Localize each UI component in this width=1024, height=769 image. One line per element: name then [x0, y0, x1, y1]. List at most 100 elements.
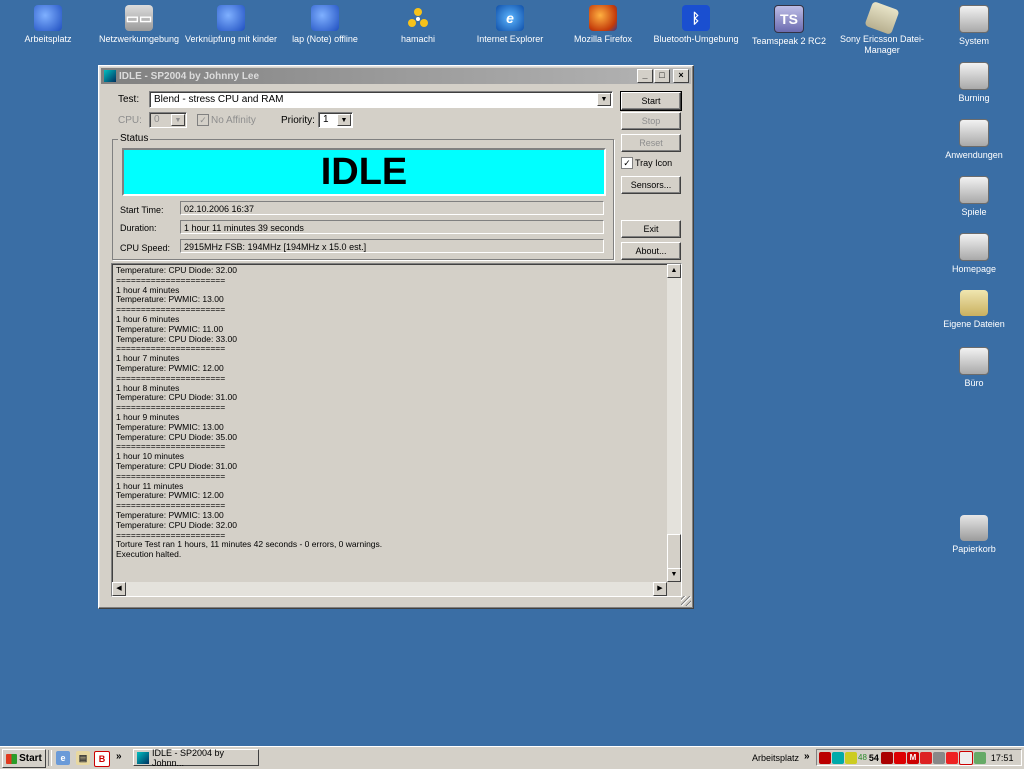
chevron-down-icon[interactable]: ▼ [337, 114, 351, 126]
tray-app-icon[interactable] [819, 751, 831, 764]
exit-button[interactable]: Exit [621, 220, 681, 238]
desktop-icon-papierkorb[interactable]: Papierkorb [926, 515, 1022, 555]
no-affinity-checkbox[interactable]: ✓ [197, 114, 209, 126]
taskbar-item-sp2004[interactable]: IDLE - SP2004 by Johnn... [133, 748, 259, 768]
desktop-icon-sony-ericsson[interactable]: Sony Ericsson Datei-Manager [834, 0, 930, 56]
desktop-icon-label: lap (Note) offline [292, 34, 358, 44]
status-groupbox: Status IDLE Start Time: 02.10.2006 16:37… [112, 133, 614, 260]
desktop-icon-homepage[interactable]: Homepage [926, 233, 1022, 275]
scroll-up-icon[interactable]: ▲ [667, 264, 681, 278]
desktop-icon-bluetooth[interactable]: ᛒ Bluetooth-Umgebung [648, 5, 744, 45]
duration-value: 1 hour 11 minutes 39 seconds [180, 220, 604, 234]
chevron-down-icon[interactable]: ▼ [171, 114, 185, 126]
test-label: Test: [118, 94, 140, 105]
tray-app3-icon[interactable] [945, 751, 958, 764]
stop-button[interactable]: Stop [621, 112, 681, 130]
drive-icon [959, 233, 989, 261]
internet-explorer-icon: e [496, 5, 524, 31]
tray-sp2004-icon[interactable] [832, 751, 844, 764]
desktop-icon-label: Netzwerkumgebung [98, 34, 180, 44]
cpu-label: CPU: [118, 115, 142, 126]
priority-select[interactable]: 1 ▼ [318, 112, 353, 128]
horizontal-scrollbar[interactable]: ◀ ▶ [112, 582, 667, 596]
desktop-icon-burning[interactable]: Burning [926, 62, 1022, 104]
scroll-left-icon[interactable]: ◀ [112, 582, 126, 596]
desktop-icon-anwendungen[interactable]: Anwendungen [926, 119, 1022, 161]
cpu-select[interactable]: 0 ▼ [149, 112, 187, 128]
desktop-icon-lap-offline[interactable]: lap (Note) offline [277, 5, 373, 45]
tray-monitor-icon[interactable] [880, 751, 893, 764]
tray-address-overflow[interactable]: » [804, 751, 810, 762]
tray-network-icon[interactable] [932, 751, 945, 764]
scroll-right-icon[interactable]: ▶ [653, 582, 667, 596]
tray-volume-icon[interactable] [973, 751, 986, 764]
log-textarea[interactable]: Temperature: CPU Diode: 32.00 ===========… [111, 263, 682, 597]
log-line: Torture Test ran 1 hours, 11 minutes 42 … [116, 539, 383, 550]
minimize-button[interactable]: _ [637, 69, 653, 83]
bluetooth-icon: ᛒ [682, 5, 710, 31]
priority-label: Priority: [281, 115, 315, 126]
log-line: ====================== [116, 343, 226, 354]
tray-icon-checkbox[interactable]: ✓ [621, 157, 633, 169]
desktop-icon-hamachi[interactable]: hamachi [370, 5, 466, 45]
close-button[interactable]: × [673, 69, 689, 83]
desktop-icon-verknuepfung-kinder[interactable]: Verknüpfung mit kinder [183, 5, 279, 45]
maximize-button[interactable]: □ [654, 69, 670, 83]
tray-alert-icon[interactable] [893, 751, 906, 764]
log-line: ====================== [116, 372, 226, 383]
reset-button[interactable]: Reset [621, 134, 681, 152]
log-line: ====================== [116, 441, 226, 452]
system-tray: 48 54 M 17:51 [816, 749, 1022, 766]
tray-m-icon[interactable]: M [906, 751, 919, 764]
chevron-down-icon[interactable]: ▼ [597, 93, 611, 106]
quicklaunch-ie-icon[interactable]: e [56, 751, 70, 765]
quicklaunch-b-icon[interactable]: B [94, 751, 110, 767]
desktop-icon-firefox[interactable]: Mozilla Firefox [555, 5, 651, 45]
drive-icon [959, 347, 989, 375]
tray-search-icon[interactable] [845, 751, 857, 764]
desktop-icon-internet-explorer[interactable]: e Internet Explorer [462, 5, 558, 45]
start-time-label: Start Time: [120, 205, 164, 215]
tray-app4-icon[interactable] [958, 750, 973, 765]
phone-icon [864, 0, 900, 36]
window-title: IDLE - SP2004 by Johnny Lee [119, 70, 260, 82]
quicklaunch-overflow[interactable]: » [116, 751, 122, 762]
drive-icon [959, 5, 989, 33]
desktop-icon-eigene-dateien[interactable]: Eigene Dateien [926, 290, 1022, 330]
window-titlebar[interactable]: IDLE - SP2004 by Johnny Lee _ □ × [101, 68, 691, 84]
desktop-icon-label: hamachi [400, 34, 436, 44]
desktop-icon-system[interactable]: System [926, 5, 1022, 47]
start-button[interactable]: Start [620, 91, 682, 111]
scroll-down-icon[interactable]: ▼ [667, 568, 681, 582]
tray-address-label: Arbeitsplatz [752, 753, 800, 763]
vertical-scrollbar[interactable]: ▲ ▼ [667, 264, 681, 582]
desktop-icon-label: Internet Explorer [476, 34, 544, 44]
sensors-button[interactable]: Sensors... [621, 176, 681, 194]
app-icon [104, 70, 116, 82]
scrollbar-thumb[interactable] [667, 534, 681, 570]
test-select[interactable]: Blend - stress CPU and RAM ▼ [149, 91, 613, 108]
desktop-icon-buero[interactable]: Büro [926, 347, 1022, 389]
desktop-icon-label: Teamspeak 2 RC2 [751, 36, 827, 46]
desktop-icon-label: Verknüpfung mit kinder [184, 34, 278, 44]
desktop-icon-spiele[interactable]: Spiele [926, 176, 1022, 218]
desktop-icon-label: Anwendungen [945, 150, 1003, 160]
desktop-icon-arbeitsplatz[interactable]: Arbeitsplatz [0, 5, 96, 45]
network-offline-icon [311, 5, 339, 31]
quicklaunch-desktop-icon[interactable]: ▤ [76, 751, 90, 765]
desktop-icon-netzwerkumgebung[interactable]: ▭▭ Netzwerkumgebung [91, 5, 187, 45]
teamspeak-icon: TS [774, 5, 804, 33]
resize-grip-icon[interactable] [681, 596, 691, 606]
desktop-icon-label: Arbeitsplatz [24, 34, 72, 44]
log-line: ====================== [116, 274, 226, 285]
tray-clock[interactable]: 17:51 [991, 753, 1014, 763]
windows-logo-icon [6, 753, 18, 764]
log-line: Execution halted. [116, 549, 182, 560]
desktop-icon-teamspeak[interactable]: TS Teamspeak 2 RC2 [741, 5, 837, 47]
desktop-icon-label: Eigene Dateien [943, 319, 1005, 329]
tray-app2-icon[interactable] [919, 751, 932, 764]
about-button[interactable]: About... [621, 242, 681, 260]
priority-select-value: 1 [323, 114, 329, 125]
start-menu-button[interactable]: Start [2, 749, 46, 768]
desktop-icon-label: Bluetooth-Umgebung [653, 34, 739, 44]
